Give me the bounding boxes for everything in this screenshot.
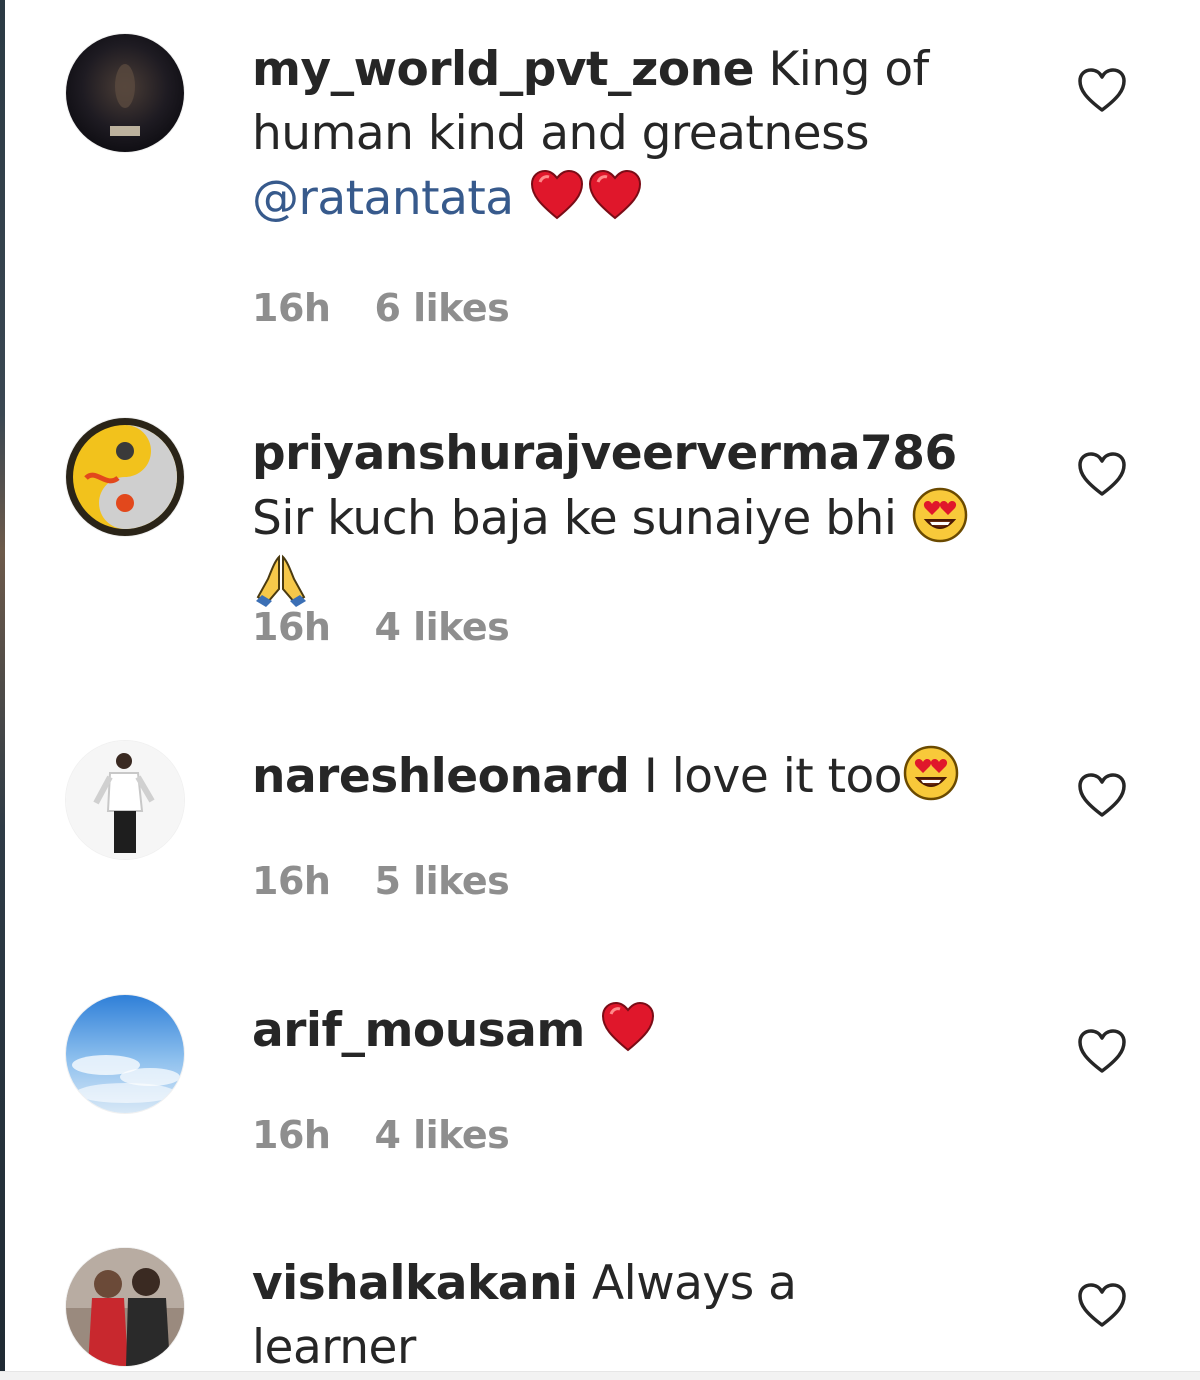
- mention-link[interactable]: @ratantata: [252, 171, 514, 226]
- heart-outline-icon[interactable]: [1076, 1027, 1128, 1075]
- heart-outline-icon[interactable]: [1076, 771, 1128, 819]
- comment-time: 16h: [252, 859, 331, 903]
- comment-likes[interactable]: 5 likes: [374, 859, 509, 903]
- comment-username[interactable]: my_world_pvt_zone: [252, 42, 754, 97]
- comment-meta: 16h 6 likes: [252, 286, 510, 330]
- comment-text: nareshleonard I love it too: [252, 744, 972, 809]
- red-heart-emoji: [528, 166, 586, 224]
- avatar[interactable]: [66, 995, 184, 1113]
- avatar[interactable]: [66, 418, 184, 536]
- comment-username[interactable]: nareshleonard: [252, 749, 630, 804]
- comment-body: Sir kuch baja ke sunaiye bhi: [252, 491, 897, 546]
- heart-outline-icon[interactable]: [1076, 1281, 1128, 1329]
- red-heart-emoji: [586, 166, 644, 224]
- avatar[interactable]: [66, 1248, 184, 1366]
- comment-time: 16h: [252, 1113, 331, 1157]
- comment-text: my_world_pvt_zone King of human kind and…: [252, 38, 972, 231]
- comment-text: vishalkakani Always a learner: [252, 1252, 972, 1380]
- comment-meta: 16h 4 likes: [252, 605, 510, 649]
- scroll-boundary: [0, 1371, 1200, 1380]
- red-heart-emoji: [599, 998, 657, 1056]
- comment-meta: 16h 5 likes: [252, 859, 510, 903]
- comment-likes[interactable]: 4 likes: [374, 1113, 509, 1157]
- comment-text: arif_mousam: [252, 998, 972, 1063]
- comment-username[interactable]: vishalkakani: [252, 1256, 578, 1311]
- heart-outline-icon[interactable]: [1076, 450, 1128, 498]
- comment-likes[interactable]: 6 likes: [374, 286, 509, 330]
- comment-likes[interactable]: 4 likes: [374, 605, 509, 649]
- comment-time: 16h: [252, 286, 331, 330]
- folded-hands-emoji: [252, 551, 310, 609]
- heart-eyes-emoji: [911, 486, 969, 544]
- comment-meta: 16h 4 likes: [252, 1113, 510, 1157]
- heart-eyes-emoji: [902, 744, 960, 802]
- window-edge: [0, 0, 5, 1380]
- heart-outline-icon[interactable]: [1076, 66, 1128, 114]
- comment-username[interactable]: priyanshurajveerverma786: [252, 426, 957, 481]
- comment-time: 16h: [252, 605, 331, 649]
- avatar[interactable]: [66, 34, 184, 152]
- comment-body: I love it too: [643, 749, 903, 804]
- comment-username[interactable]: arif_mousam: [252, 1003, 585, 1058]
- avatar[interactable]: [66, 741, 184, 859]
- comment-text: priyanshurajveerverma786 Sir kuch baja k…: [252, 422, 972, 616]
